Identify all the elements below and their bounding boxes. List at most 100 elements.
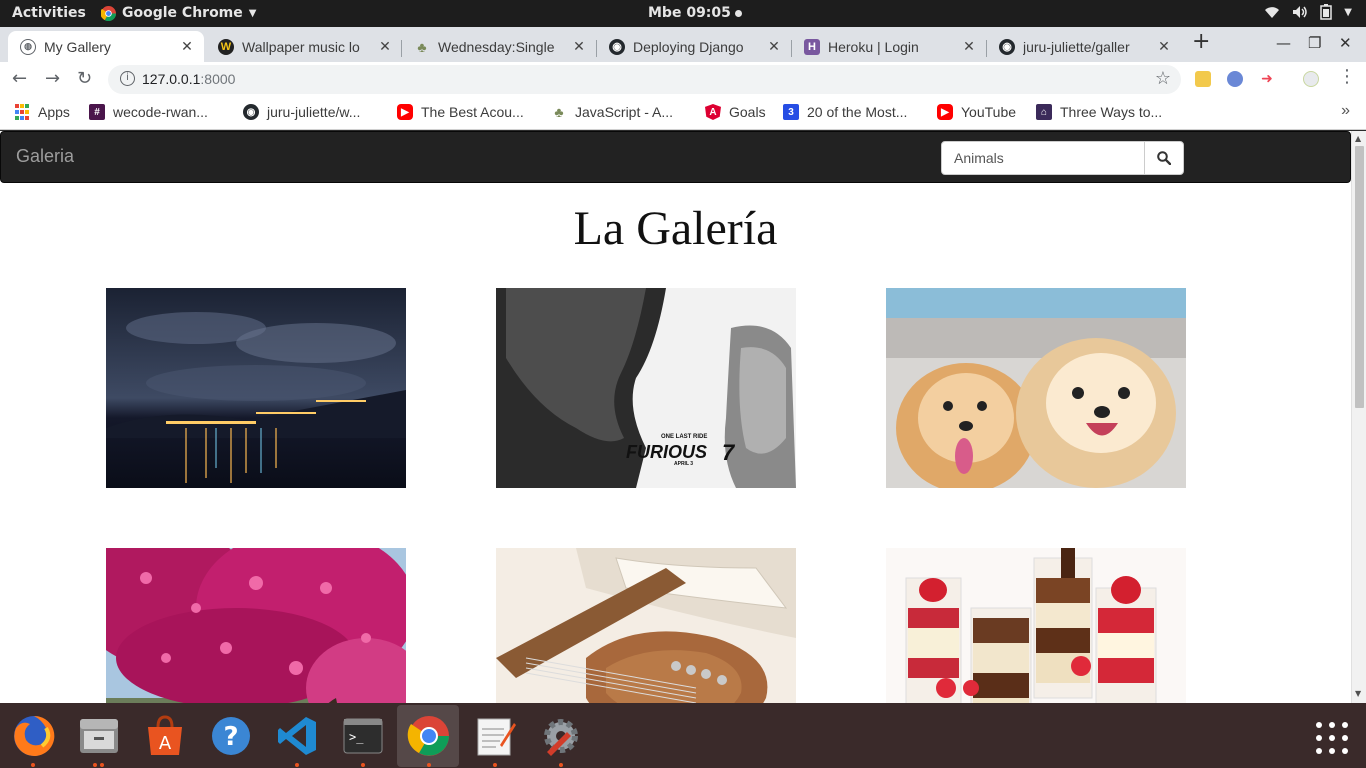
- info-icon[interactable]: i: [120, 71, 135, 86]
- close-icon[interactable]: ✕: [763, 38, 785, 55]
- search-button[interactable]: [1144, 141, 1184, 175]
- bookmark-wecode[interactable]: # wecode-rwan...: [89, 104, 208, 120]
- heroku-icon: ⌂: [1036, 104, 1052, 120]
- tree-icon: ♣: [417, 38, 427, 55]
- bookmark-label: juru-juliette/w...: [267, 104, 361, 120]
- wifi-icon: [1265, 7, 1280, 18]
- poster-title-number: 7: [722, 440, 736, 465]
- heroku-icon: H: [804, 38, 820, 55]
- close-icon[interactable]: ✕: [958, 38, 980, 55]
- github-icon: ◉: [243, 104, 259, 120]
- bookmark-label: wecode-rwan...: [113, 104, 208, 120]
- firefox-icon[interactable]: [11, 713, 57, 759]
- back-button[interactable]: ←: [12, 68, 27, 89]
- tree-icon: ♣: [554, 104, 564, 120]
- tab-wednesday[interactable]: ♣ Wednesday:Single ✕: [402, 31, 596, 62]
- svg-text:A: A: [159, 733, 172, 754]
- battery-icon: [1320, 4, 1333, 20]
- close-icon[interactable]: ✕: [568, 38, 590, 55]
- close-icon[interactable]: ✕: [176, 38, 198, 55]
- gallery-image-night-harbor[interactable]: [106, 288, 406, 488]
- system-top-bar: Activities Google Chrome ▼ Mbe 09:05 ▼: [0, 0, 1366, 27]
- notification-dot-icon: [734, 9, 742, 17]
- globe-icon: ◍: [20, 38, 36, 55]
- url-text: 127.0.0.1:8000: [142, 71, 235, 87]
- tab-title: Deploying Django: [633, 38, 744, 55]
- chrome-icon: [101, 5, 116, 21]
- extension-info-icon[interactable]: [1227, 71, 1243, 87]
- navbar-brand[interactable]: Galeria: [16, 146, 74, 167]
- minimize-button[interactable]: —: [1276, 34, 1291, 52]
- bookmark-goals[interactable]: A Goals: [705, 104, 766, 120]
- running-indicator: [493, 763, 497, 767]
- url-port: :8000: [200, 71, 236, 87]
- bookmark-three-ways[interactable]: ⌂ Three Ways to...: [1036, 104, 1162, 120]
- reload-button[interactable]: ↻: [77, 68, 92, 89]
- gallery-image-bass-guitar[interactable]: [496, 548, 796, 703]
- close-icon[interactable]: ✕: [374, 38, 396, 55]
- url-host: 127.0.0.1: [142, 71, 201, 87]
- files-icon[interactable]: [76, 713, 122, 759]
- page-viewport: Galeria La Galería: [0, 131, 1351, 703]
- gallery-image-desserts[interactable]: [886, 548, 1186, 703]
- system-tray[interactable]: ▼: [1264, 4, 1352, 20]
- bookmark-apps[interactable]: Apps: [14, 104, 70, 120]
- bookmark-javascript[interactable]: ♣ JavaScript - A...: [551, 104, 673, 120]
- new-tab-button[interactable]: +: [1192, 31, 1210, 53]
- forward-button[interactable]: →: [45, 68, 60, 89]
- bookmarks-overflow-button[interactable]: »: [1341, 102, 1350, 120]
- tab-deploying-django[interactable]: ◉ Deploying Django ✕: [597, 31, 791, 62]
- tab-wallpaper[interactable]: W Wallpaper music lo ✕: [206, 31, 402, 62]
- profile-avatar[interactable]: [1303, 71, 1319, 87]
- slack-icon: #: [89, 104, 105, 120]
- tab-title: Heroku | Login: [828, 38, 919, 55]
- gallery-image-furious-7[interactable]: ONE LAST RIDE FURIOUS 7 APRIL 3: [496, 288, 796, 488]
- tab-juru-juliette-gallery[interactable]: ◉ juru-juliette/galler ✕: [987, 31, 1181, 62]
- scroll-up-icon[interactable]: ▲: [1355, 134, 1361, 143]
- terminal-icon[interactable]: >_: [340, 713, 386, 759]
- bookmark-youtube[interactable]: ▶ YouTube: [937, 104, 1016, 120]
- show-applications-button[interactable]: [1316, 722, 1348, 754]
- scrollbar-thumb[interactable]: [1355, 146, 1364, 408]
- bookmark-20-most[interactable]: 3 20 of the Most...: [783, 104, 907, 120]
- settings-icon[interactable]: [538, 713, 584, 759]
- search-input[interactable]: [941, 141, 1145, 175]
- text-editor-icon[interactable]: [472, 713, 518, 759]
- tab-title: My Gallery: [44, 38, 111, 55]
- window-close-button[interactable]: ✕: [1339, 34, 1352, 52]
- bookmark-label: JavaScript - A...: [575, 104, 674, 120]
- close-icon[interactable]: ✕: [1153, 38, 1175, 55]
- clock[interactable]: Mbe 09:05: [648, 5, 742, 21]
- running-indicator: [100, 763, 104, 767]
- bookmark-juru-juliette[interactable]: ◉ juru-juliette/w...: [243, 104, 360, 120]
- activities-button[interactable]: Activities: [12, 5, 86, 21]
- github-icon: ◉: [999, 38, 1015, 55]
- chrome-icon[interactable]: [406, 713, 452, 759]
- bookmark-label: Goals: [729, 104, 766, 120]
- help-icon[interactable]: ?: [208, 713, 254, 759]
- scroll-down-icon[interactable]: ▼: [1355, 689, 1361, 698]
- menu-kebab-icon[interactable]: ⋮: [1338, 66, 1356, 87]
- page-scrollbar[interactable]: ▲ ▼: [1351, 131, 1366, 703]
- software-center-icon[interactable]: A: [142, 713, 188, 759]
- clock-label: Mbe 09:05: [648, 5, 731, 21]
- app-menu[interactable]: Google Chrome ▼: [101, 5, 256, 21]
- gallery-image-pomeranians[interactable]: [886, 288, 1186, 488]
- extension-notes-icon[interactable]: [1195, 71, 1211, 87]
- restore-button[interactable]: ❐: [1308, 34, 1321, 52]
- bookmark-label: 20 of the Most...: [807, 104, 908, 120]
- browser-toolbar: ← → ↻ i 127.0.0.1:8000 ☆ ➜ ⋮: [0, 62, 1366, 96]
- extension-arrow-icon[interactable]: ➜: [1259, 71, 1275, 87]
- tab-title: Wednesday:Single: [438, 38, 555, 55]
- address-bar[interactable]: i 127.0.0.1:8000 ☆: [108, 65, 1181, 94]
- gallery-image-pink-blossom[interactable]: [106, 548, 406, 703]
- bookmark-best-acoustic[interactable]: ▶ The Best Acou...: [397, 104, 524, 120]
- bookmark-star-icon[interactable]: ☆: [1155, 68, 1171, 89]
- tab-title: juru-juliette/galler: [1023, 38, 1130, 55]
- youtube-icon: ▶: [397, 104, 413, 120]
- tab-heroku-login[interactable]: H Heroku | Login ✕: [792, 31, 986, 62]
- poster-date: APRIL 3: [674, 461, 693, 467]
- tab-my-gallery[interactable]: ◍ My Gallery ✕: [8, 31, 204, 62]
- github-icon: ◉: [609, 38, 625, 55]
- vscode-icon[interactable]: [274, 713, 320, 759]
